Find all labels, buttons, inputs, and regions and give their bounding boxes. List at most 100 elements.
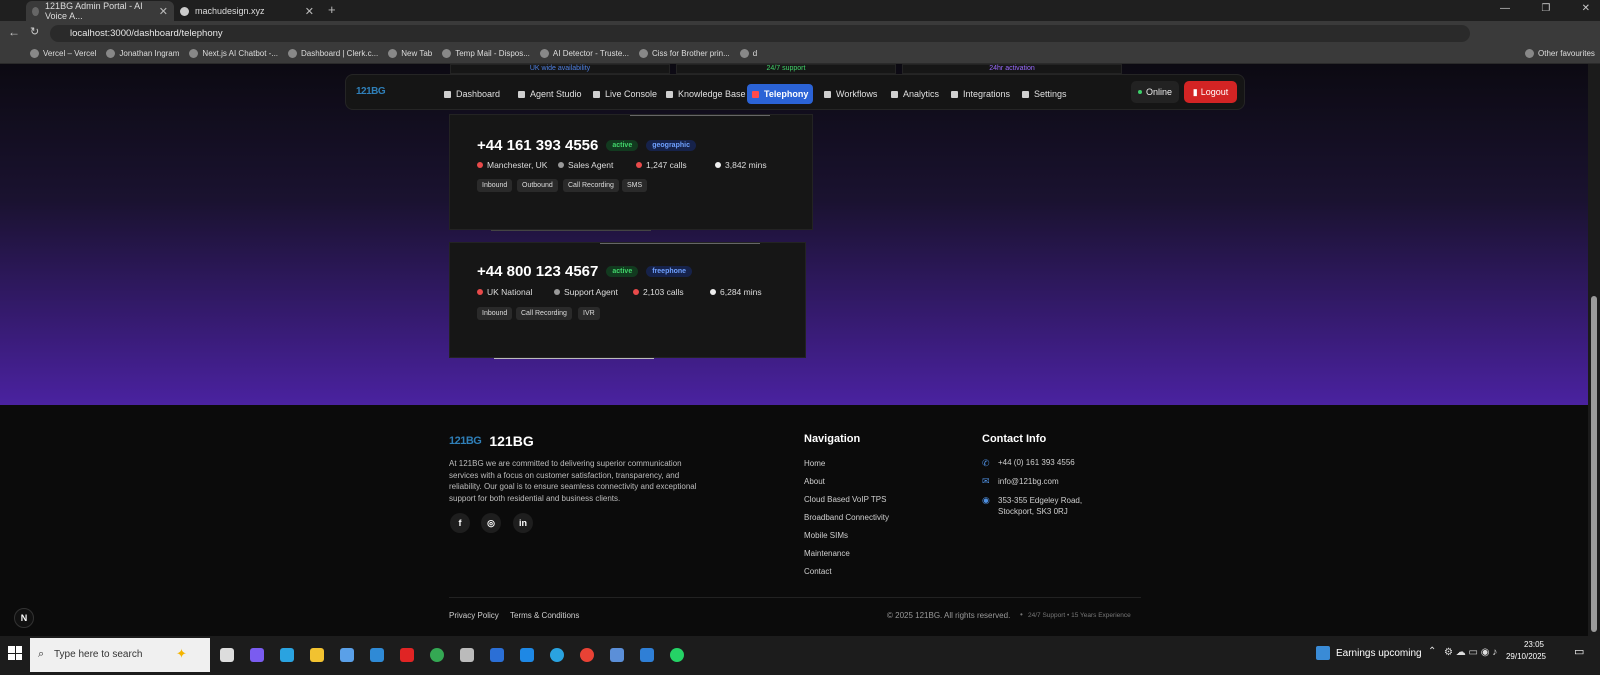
- nav-workflows[interactable]: Workflows: [819, 84, 882, 104]
- footer-link-contact[interactable]: Contact: [804, 567, 832, 576]
- bookmark-item[interactable]: Temp Mail - Dispos...: [442, 49, 530, 58]
- peek-text: 24/7 support: [766, 65, 806, 72]
- footer-link-mobile-sims[interactable]: Mobile SIMs: [804, 531, 848, 540]
- type-badge: freephone: [646, 266, 693, 277]
- nav-agent-studio[interactable]: Agent Studio: [513, 84, 587, 104]
- powershell-icon[interactable]: [490, 648, 504, 662]
- mail-icon: ✉: [982, 476, 990, 486]
- new-tab-button[interactable]: +: [328, 2, 336, 17]
- bookmark-item[interactable]: Vercel – Vercel: [30, 49, 96, 58]
- bookmark-label: Ciss for Brother prin...: [651, 49, 730, 58]
- copilot-icon[interactable]: [250, 648, 264, 662]
- peek-card: 24hr activation: [902, 64, 1122, 74]
- notification-icon[interactable]: ▭: [1574, 645, 1584, 658]
- footer-nav-title: Navigation: [804, 433, 861, 445]
- news-widget[interactable]: Earnings upcoming: [1336, 648, 1422, 659]
- app-icon[interactable]: [640, 648, 654, 662]
- task-view-icon[interactable]: [220, 648, 234, 662]
- bookmark-item[interactable]: Next.js AI Chatbot -...: [189, 49, 278, 58]
- footer-link-maintenance[interactable]: Maintenance: [804, 549, 850, 558]
- bookmark-item[interactable]: AI Detector - Truste...: [539, 49, 629, 58]
- nav-label: Knowledge Base: [678, 89, 746, 99]
- reload-icon[interactable]: ↻: [30, 25, 39, 38]
- tray-icons[interactable]: ⚙ ☁ ▭ ◉ ♪: [1444, 647, 1497, 658]
- bookmark-icon: [539, 49, 549, 58]
- feature-chip: IVR: [578, 307, 600, 320]
- terms-link[interactable]: Terms & Conditions: [510, 611, 579, 620]
- status-badge: active: [606, 140, 639, 151]
- minutes: 6,284 mins: [710, 287, 762, 297]
- logout-button[interactable]: ▮ Logout: [1184, 81, 1237, 103]
- phone-number-card[interactable]: +44 800 123 4567 active freephone UK Nat…: [449, 242, 806, 359]
- tab-admin-portal[interactable]: 121BG Admin Portal - AI Voice A... ✕: [26, 1, 174, 21]
- url-input[interactable]: localhost:3000/dashboard/telephony: [50, 25, 1470, 42]
- footer-phone[interactable]: +44 (0) 161 393 4556: [998, 458, 1075, 467]
- plug-icon: [951, 90, 958, 98]
- bookmark-label: AI Detector - Truste...: [552, 49, 629, 58]
- vscode-icon[interactable]: [520, 648, 534, 662]
- facebook-icon[interactable]: f: [450, 513, 470, 533]
- nextjs-devtools-icon[interactable]: N: [14, 608, 34, 628]
- whatsapp-icon[interactable]: [670, 648, 684, 662]
- footer-link-about[interactable]: About: [804, 477, 825, 486]
- minutes: 3,842 mins: [715, 160, 767, 170]
- instagram-icon[interactable]: ◎: [481, 513, 501, 533]
- copilot-sparkle-icon: ✦: [176, 646, 187, 661]
- feature-chip: Outbound: [517, 179, 558, 192]
- edge-icon[interactable]: [550, 648, 564, 662]
- scrollbar-thumb[interactable]: [1591, 296, 1597, 632]
- linkedin-icon[interactable]: in: [513, 513, 533, 533]
- privacy-policy-link[interactable]: Privacy Policy: [449, 611, 499, 620]
- nav-live-console[interactable]: Live Console: [588, 84, 662, 104]
- footer-link-broadband[interactable]: Broadband Connectivity: [804, 513, 889, 522]
- youtube-icon[interactable]: [400, 648, 414, 662]
- minutes-text: 6,284 mins: [720, 287, 762, 297]
- footer-logo[interactable]: 121BG: [449, 435, 482, 447]
- store-icon[interactable]: [340, 648, 354, 662]
- bookmark-item[interactable]: d: [739, 49, 757, 58]
- close-icon[interactable]: ✕: [159, 5, 168, 18]
- user-icon: [558, 162, 564, 168]
- footer-link-voip[interactable]: Cloud Based VoIP TPS: [804, 495, 886, 504]
- back-icon[interactable]: ←: [8, 25, 20, 39]
- chrome-icon[interactable]: [580, 648, 594, 662]
- footer-email[interactable]: info@121bg.com: [998, 477, 1059, 486]
- nav-dashboard[interactable]: Dashboard: [439, 84, 505, 104]
- footer-tagline: 24/7 Support • 15 Years Experience: [1028, 612, 1131, 619]
- app-icon[interactable]: [610, 648, 624, 662]
- footer-link-home[interactable]: Home: [804, 459, 825, 468]
- clock-time[interactable]: 23:05: [1506, 640, 1544, 649]
- nav-logo[interactable]: 121BG: [356, 86, 386, 97]
- nav-telephony[interactable]: Telephony: [747, 84, 814, 104]
- nav-settings[interactable]: Settings: [1017, 84, 1072, 104]
- agent-text: Sales Agent: [568, 160, 614, 170]
- peek-text: 24hr activation: [989, 65, 1035, 72]
- phone-number-card[interactable]: +44 161 393 4556 active geographic Manch…: [449, 114, 813, 231]
- bookmark-item[interactable]: New Tab: [388, 49, 432, 58]
- agent: Sales Agent: [558, 160, 613, 170]
- app-icon[interactable]: [460, 648, 474, 662]
- edge-icon[interactable]: [280, 648, 294, 662]
- nav-analytics[interactable]: Analytics: [886, 84, 944, 104]
- bookmark-item[interactable]: Dashboard | Clerk.c...: [288, 49, 378, 58]
- bookmark-item[interactable]: Ciss for Brother prin...: [638, 49, 730, 58]
- nav-label: Workflows: [836, 89, 878, 99]
- start-icon[interactable]: [8, 646, 22, 660]
- nav-integrations[interactable]: Integrations: [946, 84, 1015, 104]
- other-favourites[interactable]: Other favourites: [1525, 49, 1595, 58]
- window-controls[interactable]: — ❐ ✕: [1500, 3, 1590, 14]
- chrome-icon[interactable]: [430, 648, 444, 662]
- clock-date[interactable]: 29/10/2025: [1496, 652, 1546, 661]
- tab-favicon-icon: [180, 6, 189, 16]
- copyright-text: © 2025 121BG. All rights reserved.: [887, 611, 1011, 620]
- bookmark-item[interactable]: Jonathan Ingram: [106, 49, 179, 58]
- tray-chevron-icon[interactable]: ⌃: [1428, 646, 1436, 657]
- nav-label: Telephony: [764, 89, 809, 99]
- file-explorer-icon[interactable]: [310, 648, 324, 662]
- location: UK National: [477, 287, 532, 297]
- folder-icon: [1525, 49, 1534, 58]
- nav-knowledge-base[interactable]: Knowledge Base: [661, 84, 751, 104]
- close-icon[interactable]: ✕: [305, 5, 314, 18]
- mail-icon[interactable]: [370, 648, 384, 662]
- tab-machudesign[interactable]: machudesign.xyz ✕: [174, 1, 320, 21]
